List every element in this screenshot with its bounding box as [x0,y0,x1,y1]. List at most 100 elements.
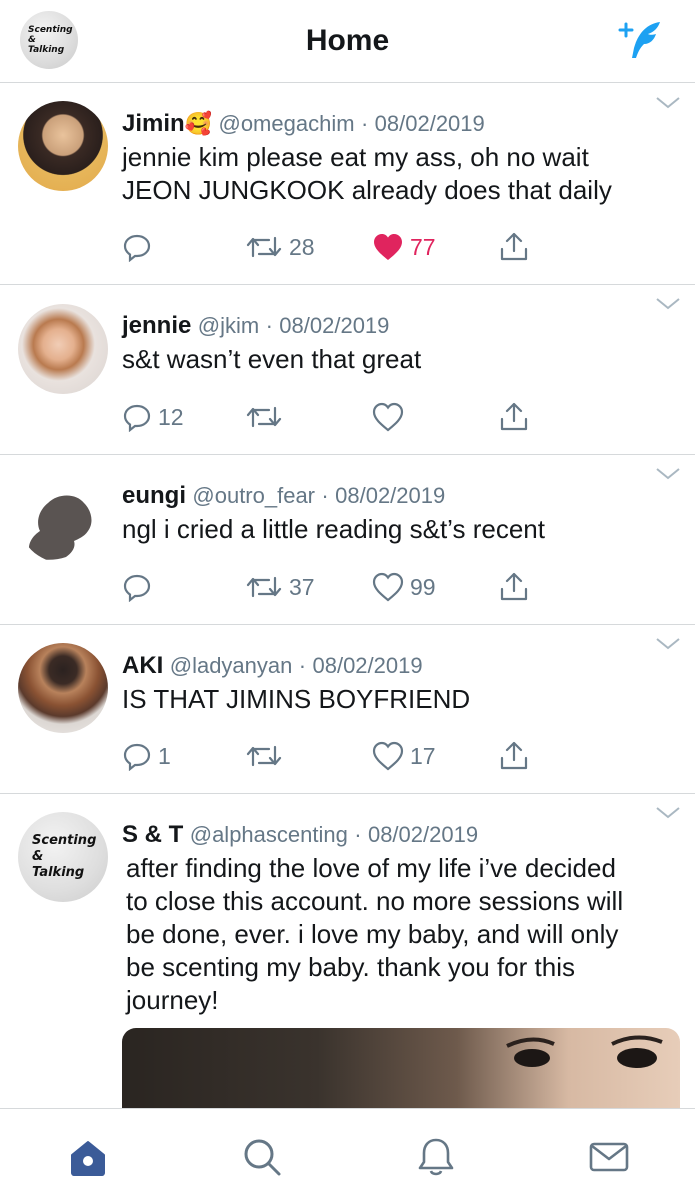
reply-button[interactable] [122,229,158,265]
tweet-media-image[interactable] [122,1028,680,1118]
reply-icon [123,743,151,771]
separator-dot: · [265,313,273,338]
compose-tweet-icon[interactable] [616,18,668,62]
tweet[interactable]: jennie @jkim · 08/02/2019 s&t wasn’t eve… [0,285,695,455]
heart-icon [372,741,404,771]
tweet-text-line: JEON JUNGKOOK already does that daily [122,175,612,205]
emoji: 🥰 [184,111,213,136]
tweet-header: Jimin🥰 @omegachim · 08/02/2019 [122,108,655,139]
tweet-text-line: be done, ever. i love my baby, and will … [126,919,619,949]
mail-icon[interactable] [587,1135,631,1179]
reply-icon [123,574,151,602]
heart-icon [372,572,404,602]
display-name[interactable]: jennie [122,312,191,339]
tweet-text-line: be scenting my baby. thank you for this [126,952,575,982]
tweet-text: jennie kim please eat my ass, oh no wait… [122,141,655,207]
tweet-text-line: jennie kim please eat my ass, oh no wait [122,142,589,172]
retweet-count: 28 [289,233,315,260]
share-icon [500,741,528,770]
share-button[interactable] [498,738,530,774]
display-name[interactable]: S & T [122,821,183,848]
like-button[interactable]: 17 [372,738,436,774]
page-title: Home [305,24,390,57]
tweet-text-line: IS THAT JIMINS BOYFRIEND [122,684,471,714]
tweet-text-line: journey! [126,985,219,1015]
display-name[interactable]: Jimin [122,110,185,137]
reply-icon [123,234,151,262]
tweet[interactable]: AKI @ladyanyan · 08/02/2019 IS THAT JIMI… [0,625,695,794]
share-icon [500,232,528,261]
silhouette-image [28,495,92,560]
bottom-tab-bar [0,1108,695,1200]
tweet-text-line: to close this account. no more sessions … [126,886,624,916]
avatar[interactable] [18,643,108,733]
reply-button[interactable]: 1 [122,738,171,774]
chevron-down-icon[interactable] [655,806,681,820]
like-button[interactable]: 77 [372,229,436,265]
reply-icon [123,404,151,432]
tweet-text: s&t wasn’t even that great [122,343,655,376]
handle[interactable]: @outro_fear [192,483,315,508]
retweet-button[interactable]: 37 [245,569,315,605]
tweet-date: 08/02/2019 [367,822,479,847]
chevron-down-icon[interactable] [655,297,681,311]
retweet-icon [246,576,282,598]
tweet-text: after finding the love of my life i’ve d… [122,852,655,1017]
share-button[interactable] [498,229,530,265]
reply-button[interactable] [122,569,158,605]
handle[interactable]: @ladyanyan [170,653,293,678]
chevron-down-icon[interactable] [655,467,681,481]
heart-filled-icon [374,234,402,260]
handle[interactable]: @omegachim [218,111,354,136]
avatar-logo-line-3: Talking [32,865,85,880]
tweet[interactable]: Scenting & Talking S & T @alphascenting … [0,794,695,1118]
tweet[interactable]: Jimin🥰 @omegachim · 08/02/2019 jennie ki… [0,84,695,285]
home-icon[interactable] [66,1135,110,1179]
avatar-logo-line-2: & [32,849,44,864]
retweet-icon [246,236,282,258]
separator-dot: · [354,822,362,847]
avatar[interactable] [18,101,108,191]
tweet-text: ngl i cried a little reading s&t’s recen… [122,513,655,546]
chevron-down-icon[interactable] [655,637,681,651]
separator-dot: · [321,483,329,508]
share-button[interactable] [498,399,530,435]
tweet-header: AKI @ladyanyan · 08/02/2019 [122,650,655,681]
tweet-header: eungi @outro_fear · 08/02/2019 [122,480,655,511]
share-icon [500,402,528,431]
tweet[interactable]: eungi @outro_fear · 08/02/2019 ngl i cri… [0,455,695,625]
tweet-text-line: ngl i cried a little reading s&t’s recen… [122,514,545,544]
like-button[interactable] [372,399,410,435]
display-name[interactable]: AKI [122,652,163,679]
tweet-text: IS THAT JIMINS BOYFRIEND [122,683,655,716]
avatar-logo-line-1: Scenting [32,833,97,848]
like-count: 99 [410,573,436,600]
handle[interactable]: @alphascenting [190,822,348,847]
tweet-text-line: s&t wasn’t even that great [122,344,422,374]
avatar[interactable] [18,473,108,563]
like-button[interactable]: 99 [372,569,436,605]
separator-dot: · [298,653,307,678]
retweet-icon [246,745,282,767]
like-count: 77 [410,233,436,260]
tweet-text-line: after finding the love of my life i’ve d… [126,853,616,883]
like-count: 17 [410,742,436,769]
tweet-header: S & T @alphascenting · 08/02/2019 [122,819,655,850]
handle[interactable]: @jkim [198,313,259,338]
chevron-down-icon[interactable] [655,96,681,110]
tweet-date: 08/02/2019 [312,653,423,678]
avatar[interactable] [18,304,108,394]
tweet-date: 08/02/2019 [335,483,446,508]
tweet-header: jennie @jkim · 08/02/2019 [122,310,655,341]
retweet-button[interactable] [245,399,289,435]
bell-icon[interactable] [414,1135,458,1179]
search-icon[interactable] [240,1135,284,1179]
display-name[interactable]: eungi [122,482,186,509]
heart-icon [372,402,404,432]
reply-count: 1 [158,742,171,769]
avatar[interactable]: Scenting & Talking [18,812,108,902]
retweet-button[interactable] [245,738,289,774]
reply-button[interactable]: 12 [122,399,184,435]
retweet-button[interactable]: 28 [245,229,315,265]
share-button[interactable] [498,569,530,605]
